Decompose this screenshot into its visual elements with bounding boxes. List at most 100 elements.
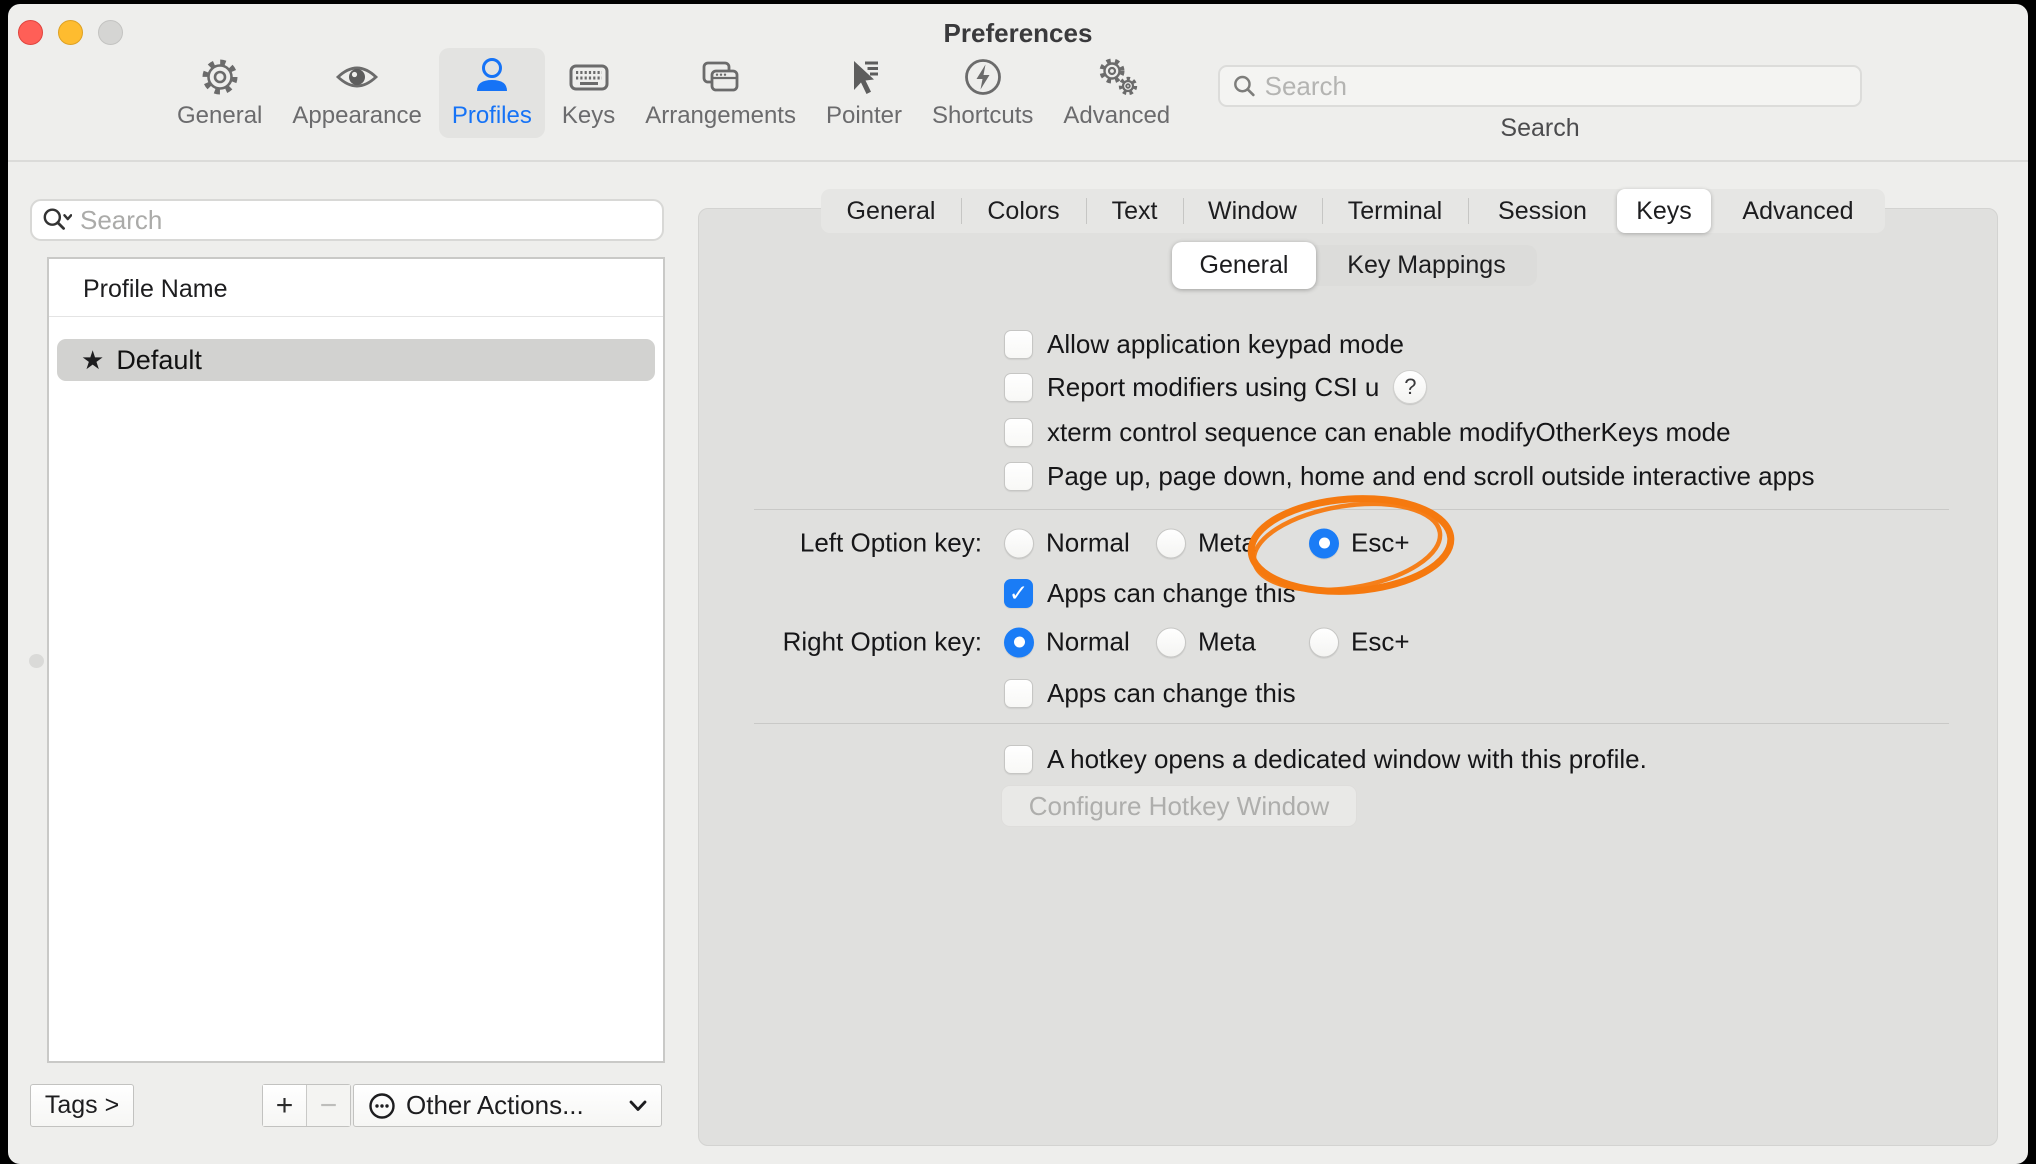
add-profile-button[interactable]: + [263, 1085, 307, 1126]
left-option-label: Left Option key: [800, 528, 982, 559]
radio-label: Esc+ [1351, 528, 1410, 559]
radio-label: Meta [1198, 528, 1256, 559]
radio-label: Esc+ [1351, 627, 1410, 658]
profile-list: Profile Name ★ Default [47, 257, 665, 1063]
remove-profile-button[interactable]: − [307, 1085, 350, 1126]
hotkey-window-checkbox[interactable] [1004, 745, 1033, 774]
left-option-row: Left Option key: Normal Meta Esc+ [699, 526, 1997, 560]
radio-label: Meta [1198, 627, 1256, 658]
checkbox-label: Apps can change this [1047, 678, 1296, 709]
csi-u-checkbox[interactable] [1004, 373, 1033, 402]
profile-search-field[interactable] [30, 199, 664, 241]
preferences-toolbar: General Appearance Profiles K [164, 48, 1183, 138]
tab-terminal[interactable]: Terminal [1322, 189, 1468, 233]
checkbox-label: Report modifiers using CSI u [1047, 372, 1379, 403]
toolbar-item-pointer[interactable]: Pointer [813, 48, 915, 138]
checkbox-label: Apps can change this [1047, 578, 1296, 609]
eye-icon [334, 54, 380, 100]
left-option-meta-radio[interactable] [1156, 528, 1186, 558]
checkbox-label: Page up, page down, home and end scroll … [1047, 461, 1815, 492]
tab-window[interactable]: Window [1183, 189, 1322, 233]
cursor-icon [841, 54, 887, 100]
other-actions-label: Other Actions... [406, 1090, 619, 1121]
profile-name: Default [116, 345, 202, 376]
ellipsis-circle-icon [368, 1092, 396, 1120]
gear-icon [197, 54, 243, 100]
tab-text[interactable]: Text [1086, 189, 1183, 233]
profile-list-column-header: Profile Name [49, 259, 663, 316]
other-actions-dropdown[interactable]: Other Actions... [353, 1084, 662, 1127]
configure-hotkey-window-button[interactable]: Configure Hotkey Window [1001, 785, 1357, 827]
tags-button[interactable]: Tags > [30, 1084, 134, 1127]
modifyotherkeys-checkbox[interactable] [1004, 418, 1033, 447]
radio-label: Normal [1046, 627, 1130, 658]
person-icon [469, 54, 515, 100]
checkbox-row: ✓ Apps can change this [1004, 576, 1296, 610]
toolbar-label: Shortcuts [932, 102, 1033, 130]
right-option-esc-radio[interactable] [1309, 627, 1339, 657]
checkbox-label: xterm control sequence can enable modify… [1047, 417, 1731, 448]
window-title: Preferences [8, 18, 2028, 49]
right-apps-change-checkbox[interactable] [1004, 679, 1033, 708]
bolt-circle-icon [960, 54, 1006, 100]
keys-subtabs: General Key Mappings [1172, 245, 1537, 286]
toolbar-search-input[interactable] [1265, 71, 1848, 102]
left-option-normal-radio[interactable] [1004, 528, 1034, 558]
windows-icon [698, 54, 744, 100]
toolbar-item-advanced[interactable]: Advanced [1050, 48, 1183, 138]
toolbar-label: Pointer [826, 102, 902, 130]
toolbar-label: Appearance [292, 102, 421, 130]
checkbox-label: Allow application keypad mode [1047, 329, 1404, 360]
toolbar-label: Profiles [452, 102, 532, 130]
add-remove-group: + − [262, 1084, 351, 1127]
checkbox-row: Allow application keypad mode [1004, 327, 1404, 361]
checkbox-row: Page up, page down, home and end scroll … [1004, 459, 1815, 493]
left-apps-change-checkbox[interactable]: ✓ [1004, 579, 1033, 608]
splitter-dot [29, 654, 44, 668]
tab-general[interactable]: General [821, 189, 961, 233]
section-divider [754, 723, 1949, 724]
allow-keypad-checkbox[interactable] [1004, 330, 1033, 359]
tab-keys[interactable]: Keys [1617, 189, 1711, 233]
right-option-meta-radio[interactable] [1156, 627, 1186, 657]
toolbar-search-field[interactable] [1218, 65, 1862, 107]
toolbar-item-profiles[interactable]: Profiles [439, 48, 545, 138]
toolbar-label: General [177, 102, 262, 130]
radio-label: Normal [1046, 528, 1130, 559]
subtab-key-mappings[interactable]: Key Mappings [1316, 245, 1537, 286]
right-option-normal-radio[interactable] [1004, 627, 1034, 657]
sidebar-bottom-bar: Tags > + − Other Actions... [8, 1084, 708, 1127]
default-star-icon: ★ [81, 345, 104, 376]
checkbox-row: A hotkey opens a dedicated window with t… [1004, 742, 1647, 776]
toolbar-label: Keys [562, 102, 615, 130]
gears-icon [1094, 54, 1140, 100]
toolbar-item-arrangements[interactable]: Arrangements [632, 48, 809, 138]
right-option-row: Right Option key: Normal Meta Esc+ [699, 625, 1997, 659]
keyboard-icon [566, 54, 612, 100]
toolbar-label: Advanced [1063, 102, 1170, 130]
tab-advanced[interactable]: Advanced [1711, 189, 1885, 233]
help-button[interactable]: ? [1393, 370, 1427, 404]
toolbar-label: Arrangements [645, 102, 796, 130]
profile-tabs: General Colors Text Window Terminal Sess… [821, 189, 1885, 233]
profile-search-input[interactable] [80, 205, 652, 236]
checkbox-row: xterm control sequence can enable modify… [1004, 415, 1731, 449]
list-header-divider [49, 316, 663, 317]
toolbar-divider [8, 160, 2028, 162]
toolbar-search-caption: Search [1218, 114, 1862, 143]
profile-row-default[interactable]: ★ Default [57, 339, 655, 381]
subtab-general[interactable]: General [1172, 242, 1316, 289]
checkbox-row: Report modifiers using CSI u ? [1004, 370, 1427, 404]
toolbar-item-appearance[interactable]: Appearance [279, 48, 434, 138]
toolbar-item-general[interactable]: General [164, 48, 275, 138]
chevron-down-icon [629, 1100, 647, 1112]
preferences-window: Preferences General Appearance Profi [8, 4, 2028, 1164]
toolbar-item-shortcuts[interactable]: Shortcuts [919, 48, 1046, 138]
left-option-esc-radio[interactable] [1309, 528, 1339, 558]
tab-session[interactable]: Session [1468, 189, 1617, 233]
page-scroll-checkbox[interactable] [1004, 462, 1033, 491]
toolbar-item-keys[interactable]: Keys [549, 48, 628, 138]
search-scope-icon [42, 206, 72, 234]
right-option-label: Right Option key: [783, 627, 982, 658]
tab-colors[interactable]: Colors [961, 189, 1086, 233]
